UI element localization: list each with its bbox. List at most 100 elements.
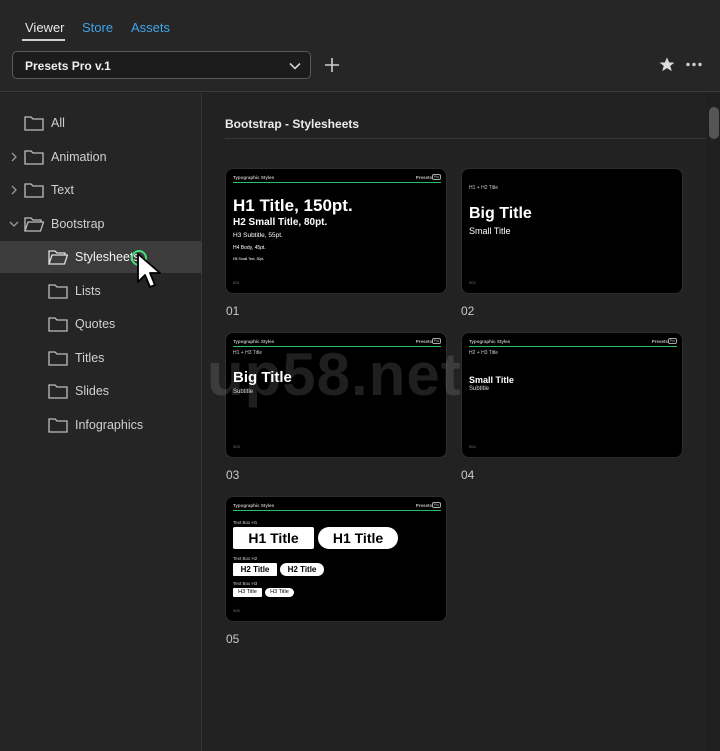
gallery-scrollbar[interactable] — [706, 93, 720, 751]
sidebar-item-label: All — [51, 116, 65, 130]
card-big-title: Small Title — [469, 375, 514, 385]
card-header-brand: Presets — [651, 339, 668, 344]
sidebar-item-label: Slides — [75, 384, 110, 398]
sidebar-item-label: Animation — [51, 150, 107, 164]
card-header-badge: Pro — [432, 338, 441, 344]
sidebar-item-lists[interactable]: Lists — [0, 275, 202, 307]
preset-bar: Presets Pro v.1 — [0, 46, 720, 92]
chevron-right-icon[interactable] — [10, 152, 18, 162]
card-subhead: H1 + H2 Title — [469, 185, 499, 191]
card-big-title: Big Title — [233, 369, 292, 386]
tab-assets[interactable]: Assets — [131, 20, 170, 35]
chevron-right-icon[interactable] — [10, 185, 18, 195]
card-small-title: Small Title — [469, 226, 511, 236]
tab-store[interactable]: Store — [82, 20, 113, 35]
preset-card-02[interactable]: H1 + H2 Title Big Title Small Title 002 — [461, 168, 683, 294]
sidebar-item-text[interactable]: Text — [0, 174, 202, 206]
card-label: 03 — [226, 468, 240, 482]
folder-icon — [48, 351, 68, 366]
card-label: 05 — [226, 632, 240, 646]
plus-icon[interactable] — [324, 57, 340, 73]
card-text-h3: H3 Subtitle, 55pt. — [233, 232, 283, 239]
card-header-label: Typographic Styles — [233, 503, 275, 508]
preset-card-03[interactable]: Typographic Styles Presets Pro H1 + H3 T… — [225, 332, 447, 458]
sidebar-item-label: Bootstrap — [51, 217, 105, 231]
card-header-rule — [233, 346, 441, 347]
sidebar-item-infographics[interactable]: Infographics — [0, 409, 202, 441]
text-box-h3-square: H3 Title — [233, 588, 262, 597]
card-header-badge: Pro — [432, 502, 441, 508]
folder-icon — [48, 317, 68, 332]
sidebar-item-label: Infographics — [75, 418, 144, 432]
folder-icon — [48, 284, 68, 299]
folder-icon — [24, 183, 44, 198]
chevron-down-icon — [289, 62, 301, 70]
text-box-h3-rounded: H3 Title — [265, 588, 294, 597]
card-footer-number: 001 — [233, 280, 240, 285]
folder-sidebar: All Animation Text Bootstrap Stylesheets… — [0, 93, 202, 751]
card-header-rule — [233, 510, 441, 511]
card-header-rule — [469, 346, 677, 347]
text-box-label: Text Box H3 — [233, 581, 258, 586]
scrollbar-thumb[interactable] — [709, 107, 719, 139]
star-icon[interactable] — [658, 56, 676, 73]
sidebar-item-label: Text — [51, 183, 74, 197]
card-header-label: Typographic Styles — [469, 339, 511, 344]
card-header-badge: Pro — [668, 338, 677, 344]
sidebar-item-bootstrap[interactable]: Bootstrap — [0, 208, 202, 240]
card-footer-number: 003 — [233, 444, 240, 449]
card-header-rule — [233, 182, 441, 183]
text-box-h2-rounded: H2 Title — [280, 563, 324, 576]
preset-card-04[interactable]: Typographic Styles Presets Pro H2 + H3 T… — [461, 332, 683, 458]
card-footer-number: 004 — [469, 444, 476, 449]
card-header-brand: Presets — [415, 503, 432, 508]
card-header-label: Typographic Styles — [233, 339, 275, 344]
sidebar-item-quotes[interactable]: Quotes — [0, 308, 202, 340]
text-box-h2-square: H2 Title — [233, 563, 277, 576]
mouse-pointer-icon — [137, 253, 161, 288]
more-horizontal-icon[interactable] — [686, 62, 702, 67]
sidebar-item-label: Stylesheets — [75, 250, 140, 264]
preset-card-01[interactable]: Typographic Styles Presets Pro H1 Title,… — [225, 168, 447, 294]
folder-icon — [24, 150, 44, 165]
card-footer-number: 002 — [469, 280, 476, 285]
active-tab-indicator — [22, 39, 65, 41]
chevron-down-icon[interactable] — [9, 220, 19, 228]
card-subhead: H2 + H3 Title — [469, 350, 499, 356]
card-label: 01 — [226, 304, 240, 318]
card-header-brand: Presets — [415, 339, 432, 344]
text-box-label: Text Box H1 — [233, 520, 258, 525]
top-tab-bar: Viewer Store Assets — [0, 0, 720, 46]
sidebar-item-label: Lists — [75, 284, 101, 298]
folder-icon — [48, 418, 68, 433]
card-header-brand: Presets — [415, 175, 432, 180]
sidebar-item-titles[interactable]: Titles — [0, 342, 202, 374]
sidebar-item-animation[interactable]: Animation — [0, 141, 202, 173]
card-subtitle: Subtitle — [233, 389, 254, 395]
card-header-label: Typographic Styles — [233, 175, 275, 180]
section-title: Bootstrap - Stylesheets — [225, 117, 360, 131]
folder-open-icon — [48, 250, 68, 265]
preset-card-05[interactable]: Typographic Styles Presets Pro Text Box … — [225, 496, 447, 622]
text-box-h1-rounded: H1 Title — [318, 527, 398, 549]
sidebar-item-label: Quotes — [75, 317, 116, 331]
tab-viewer[interactable]: Viewer — [25, 20, 65, 35]
card-text-h4: H4 Body, 45pt. — [233, 245, 266, 251]
preset-dropdown-value: Presets Pro v.1 — [25, 59, 111, 73]
sidebar-item-slides[interactable]: Slides — [0, 375, 202, 407]
card-subhead: H1 + H3 Title — [233, 350, 263, 356]
section-divider — [225, 138, 708, 139]
text-box-label: Text Box H2 — [233, 556, 258, 561]
sidebar-item-all[interactable]: All — [0, 107, 202, 139]
folder-icon — [48, 384, 68, 399]
card-label: 02 — [461, 304, 475, 318]
sidebar-item-stylesheets[interactable]: Stylesheets — [0, 241, 202, 273]
text-box-h1-square: H1 Title — [233, 527, 314, 549]
card-big-title: Big Title — [469, 205, 532, 222]
card-text-h2: H2 Small Title, 80pt. — [233, 217, 328, 228]
folder-open-icon — [24, 217, 44, 232]
preset-gallery: Bootstrap - Stylesheets Typographic Styl… — [203, 93, 720, 751]
card-text-h1: H1 Title, 150pt. — [233, 196, 353, 215]
card-label: 04 — [461, 468, 475, 482]
preset-dropdown[interactable]: Presets Pro v.1 — [12, 51, 311, 79]
